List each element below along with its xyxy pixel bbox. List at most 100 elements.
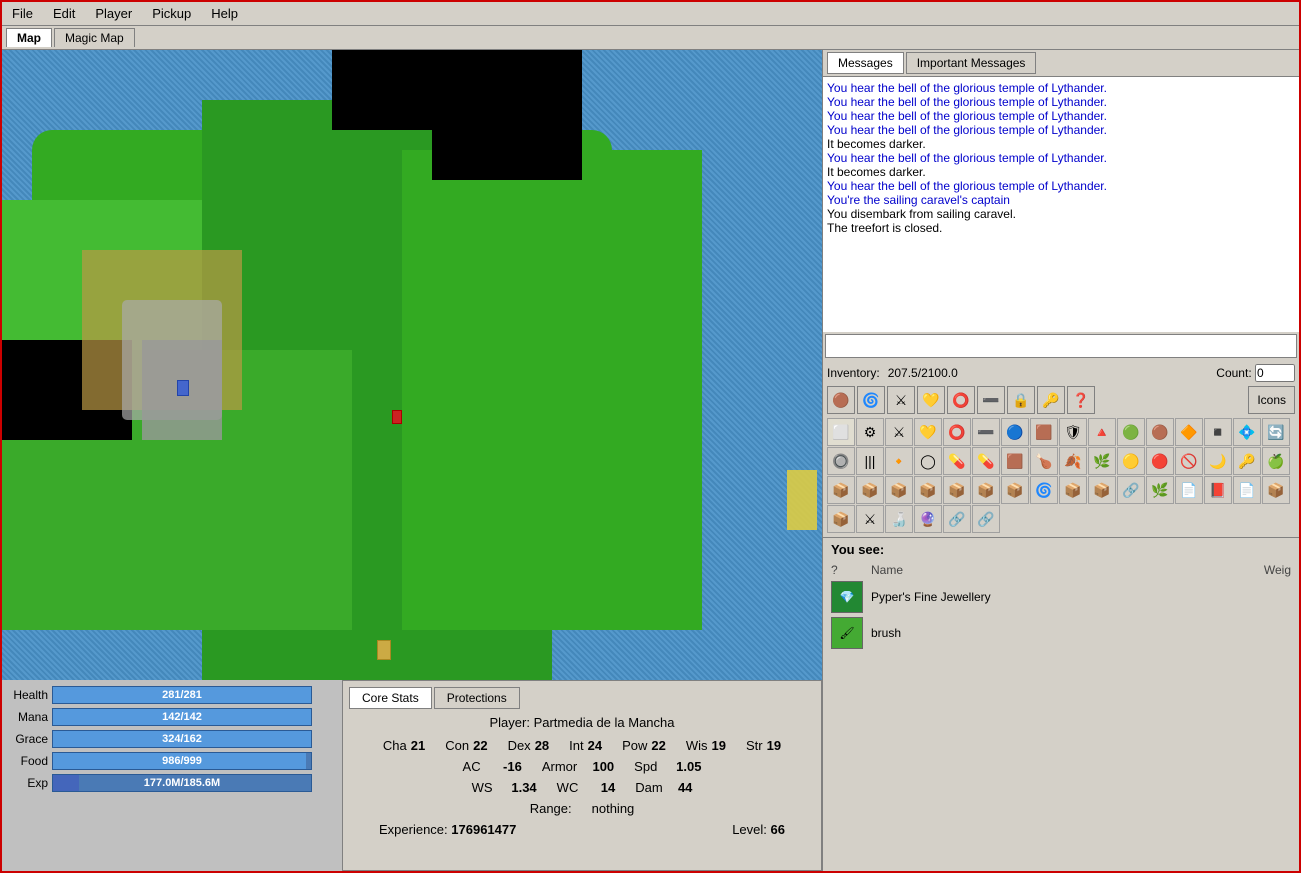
inv-slot[interactable]: ⬜	[827, 418, 855, 446]
inv-slot[interactable]: 📦	[1262, 476, 1290, 504]
tab-magic-map[interactable]: Magic Map	[54, 28, 135, 47]
inv-slot[interactable]: 🍶	[885, 505, 913, 533]
see-icon-brush: 🖌	[831, 617, 863, 649]
inv-slot[interactable]: 💛	[914, 418, 942, 446]
menu-file[interactable]: File	[6, 4, 39, 23]
tab-messages[interactable]: Messages	[827, 52, 904, 74]
inv-slot[interactable]: ➖	[972, 418, 1000, 446]
inv-slot[interactable]: 📦	[827, 476, 855, 504]
inv-slot[interactable]: 📄	[1233, 476, 1261, 504]
inv-slot[interactable]: 🔗	[972, 505, 1000, 533]
inv-slot[interactable]: 🔸	[885, 447, 913, 475]
inv-slot[interactable]: 📕	[1204, 476, 1232, 504]
tab-map[interactable]: Map	[6, 28, 52, 47]
inv-btn-2[interactable]: 🌀	[857, 386, 885, 414]
mana-value: 142/142	[53, 709, 311, 725]
inv-btn-4[interactable]: 💛	[917, 386, 945, 414]
range-row: Range: nothing	[349, 801, 815, 816]
inv-slot[interactable]: 🔮	[914, 505, 942, 533]
grace-value: 324/162	[53, 731, 311, 747]
tab-protections[interactable]: Protections	[434, 687, 520, 709]
inv-btn-5[interactable]: ⭕	[947, 386, 975, 414]
food-row: Food 986/999	[8, 752, 336, 770]
you-see-label: You see:	[831, 542, 884, 557]
menu-help[interactable]: Help	[205, 4, 244, 23]
menu-edit[interactable]: Edit	[47, 4, 81, 23]
inv-slot[interactable]: 🔴	[1146, 447, 1174, 475]
inv-slot[interactable]: 📦	[1088, 476, 1116, 504]
inv-slot[interactable]: 🟡	[1117, 447, 1145, 475]
inv-slot[interactable]: 📦	[1001, 476, 1029, 504]
inv-slot[interactable]: 📄	[1175, 476, 1203, 504]
inv-slot[interactable]: 💊	[972, 447, 1000, 475]
inv-slot[interactable]: 🌀	[1030, 476, 1058, 504]
dex-stat: Dex 28	[508, 738, 550, 753]
inv-btn-8[interactable]: 🔑	[1037, 386, 1065, 414]
inv-slot[interactable]: ◾	[1204, 418, 1232, 446]
inv-slot[interactable]: ⚔	[885, 418, 913, 446]
inv-btn-7[interactable]: 🔒	[1007, 386, 1035, 414]
inv-slot[interactable]: 🟢	[1117, 418, 1145, 446]
inv-slot[interactable]: 🔶	[1175, 418, 1203, 446]
inv-slot[interactable]: 🔄	[1262, 418, 1290, 446]
tab-core-stats[interactable]: Core Stats	[349, 687, 432, 709]
inv-slot[interactable]: ⚔	[856, 505, 884, 533]
you-see-header: You see:	[823, 538, 1299, 561]
inv-slot[interactable]: 📦	[827, 505, 855, 533]
inv-slot[interactable]: 🌙	[1204, 447, 1232, 475]
chat-input[interactable]	[825, 334, 1297, 358]
inv-slot[interactable]: 🍗	[1030, 447, 1058, 475]
inv-slot[interactable]: 📦	[856, 476, 884, 504]
inv-slot[interactable]: ⭕	[943, 418, 971, 446]
bottom-section: Health 281/281 Mana 142/142 Grace	[2, 680, 822, 871]
inv-slot[interactable]: |||	[856, 447, 884, 475]
inv-slot[interactable]: 🔵	[1001, 418, 1029, 446]
inv-slot[interactable]: 🔗	[1117, 476, 1145, 504]
inv-slot[interactable]: 🍂	[1059, 447, 1087, 475]
inv-slot[interactable]: 🔗	[943, 505, 971, 533]
inv-slot[interactable]: ⚙	[856, 418, 884, 446]
inv-slot[interactable]: 🍏	[1262, 447, 1290, 475]
inv-slot[interactable]: 🔑	[1233, 447, 1261, 475]
inv-slot[interactable]: 🔺	[1088, 418, 1116, 446]
inventory-label: Inventory:	[827, 366, 880, 380]
inv-slot[interactable]: 📦	[914, 476, 942, 504]
see-item-brush[interactable]: 🖌 brush	[823, 615, 1299, 651]
grace-bar: 324/162	[52, 730, 312, 748]
inv-slot[interactable]: 🌿	[1146, 476, 1174, 504]
game-map[interactable]	[2, 50, 822, 680]
inv-slot[interactable]: 🌿	[1088, 447, 1116, 475]
inv-slot[interactable]: 📦	[972, 476, 1000, 504]
inv-slot[interactable]: 📦	[885, 476, 913, 504]
pow-stat: Pow 22	[622, 738, 666, 753]
messages-content[interactable]: You hear the bell of the glorious temple…	[823, 77, 1299, 332]
inv-slot[interactable]: 🟫	[1030, 418, 1058, 446]
tab-important-messages[interactable]: Important Messages	[906, 52, 1037, 74]
count-input[interactable]	[1255, 364, 1295, 382]
left-panel: Health 281/281 Mana 142/142 Grace	[2, 50, 822, 871]
inv-slot[interactable]: 🛡	[1059, 418, 1087, 446]
inv-btn-1[interactable]: 🟤	[827, 386, 855, 414]
right-panel: Messages Important Messages You hear the…	[822, 50, 1299, 871]
inv-btn-6[interactable]: ➖	[977, 386, 1005, 414]
see-item-name-jewellery: Pyper's Fine Jewellery	[871, 590, 991, 604]
inv-slot[interactable]: 🟫	[1001, 447, 1029, 475]
cha-stat: Cha 21	[383, 738, 425, 753]
see-item-jewellery[interactable]: 💎 Pyper's Fine Jewellery	[823, 579, 1299, 615]
inv-slot[interactable]: 🚫	[1175, 447, 1203, 475]
inv-slot[interactable]: 🟤	[1146, 418, 1174, 446]
inv-btn-3[interactable]: ⚔	[887, 386, 915, 414]
menu-pickup[interactable]: Pickup	[146, 4, 197, 23]
inv-slot[interactable]: 📦	[1059, 476, 1087, 504]
inv-slot[interactable]: 📦	[943, 476, 971, 504]
menu-player[interactable]: Player	[89, 4, 138, 23]
icons-button[interactable]: Icons	[1248, 386, 1295, 414]
inv-slot[interactable]: 🔘	[827, 447, 855, 475]
exp-display: Experience: 176961477	[379, 822, 516, 837]
inv-slot[interactable]: 💊	[943, 447, 971, 475]
player-name-display: Player: Partmedia de la Mancha	[349, 715, 815, 730]
health-label: Health	[8, 688, 48, 702]
inv-slot[interactable]: ◯	[914, 447, 942, 475]
inv-slot[interactable]: 💠	[1233, 418, 1261, 446]
inv-btn-9[interactable]: ❓	[1067, 386, 1095, 414]
